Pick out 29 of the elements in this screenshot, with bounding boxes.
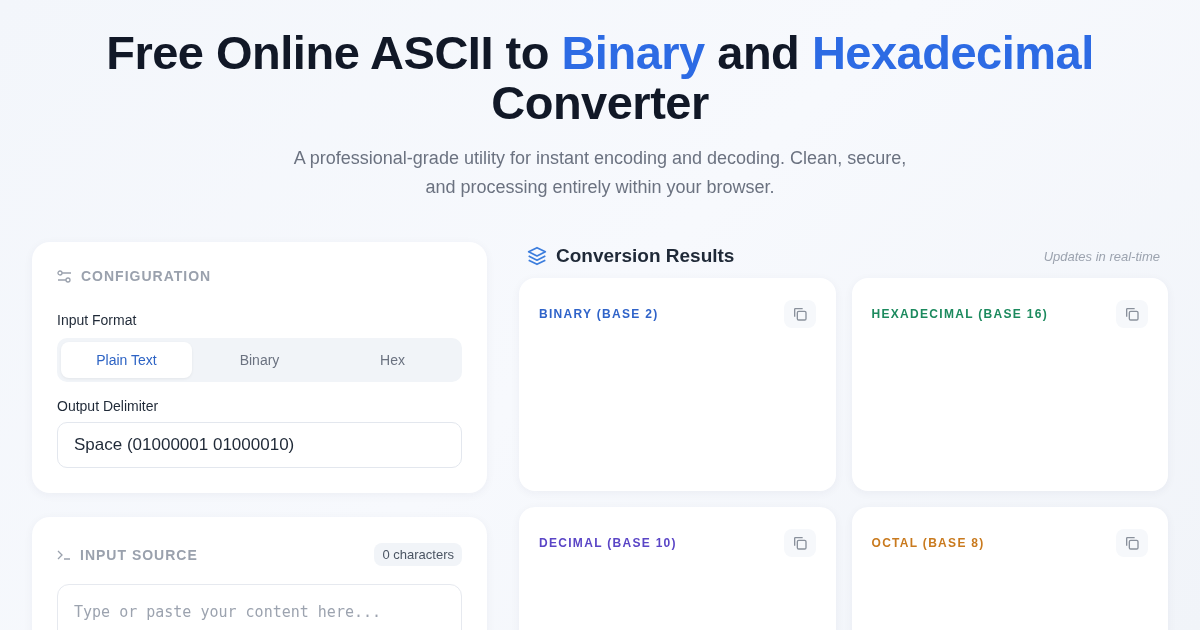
copy-button[interactable]: [783, 300, 816, 328]
input-field[interactable]: Type or paste your content here...: [57, 584, 462, 630]
layers-icon: [527, 246, 547, 266]
result-label: OCTAL (BASE 8): [871, 536, 985, 550]
results-title: Conversion Results: [556, 245, 735, 267]
terminal-icon: [57, 548, 71, 561]
update-note: Updates in real-time: [1043, 248, 1160, 264]
copy-button[interactable]: [783, 529, 816, 557]
delimiter-select[interactable]: Space (01000001 01000010): [57, 422, 462, 468]
copy-icon: [791, 306, 808, 322]
copy-icon: [791, 535, 808, 551]
character-count: 0 characters: [374, 543, 462, 566]
copy-button[interactable]: [1116, 300, 1148, 328]
format-tab[interactable]: Binary: [194, 342, 325, 378]
page-title: Free Online ASCII to Binary and Hexadecimal Converter: [106, 28, 1094, 128]
result-label: DECIMAL (BASE 10): [539, 536, 677, 550]
section-title: CONFIGURATION: [81, 268, 212, 284]
copy-icon: [1124, 535, 1140, 551]
page-subtitle: A professional-grade utility for instant encoding and decoding. Clean, secure, and processing entirely within your browser.: [293, 147, 907, 199]
result-label: BINARY (BASE 2): [539, 307, 659, 321]
sliders-icon: [57, 269, 72, 283]
copy-icon: [1124, 306, 1140, 322]
result-label: HEXADECIMAL (BASE 16): [871, 307, 1048, 321]
format-tab[interactable]: Hex: [327, 342, 458, 378]
copy-button[interactable]: [1116, 529, 1148, 557]
field-label: Output Delimiter: [57, 398, 160, 414]
field-label: Input Format: [57, 312, 138, 328]
section-title: INPUT SOURCE: [80, 546, 198, 563]
format-tab[interactable]: Plain Text: [61, 342, 192, 378]
